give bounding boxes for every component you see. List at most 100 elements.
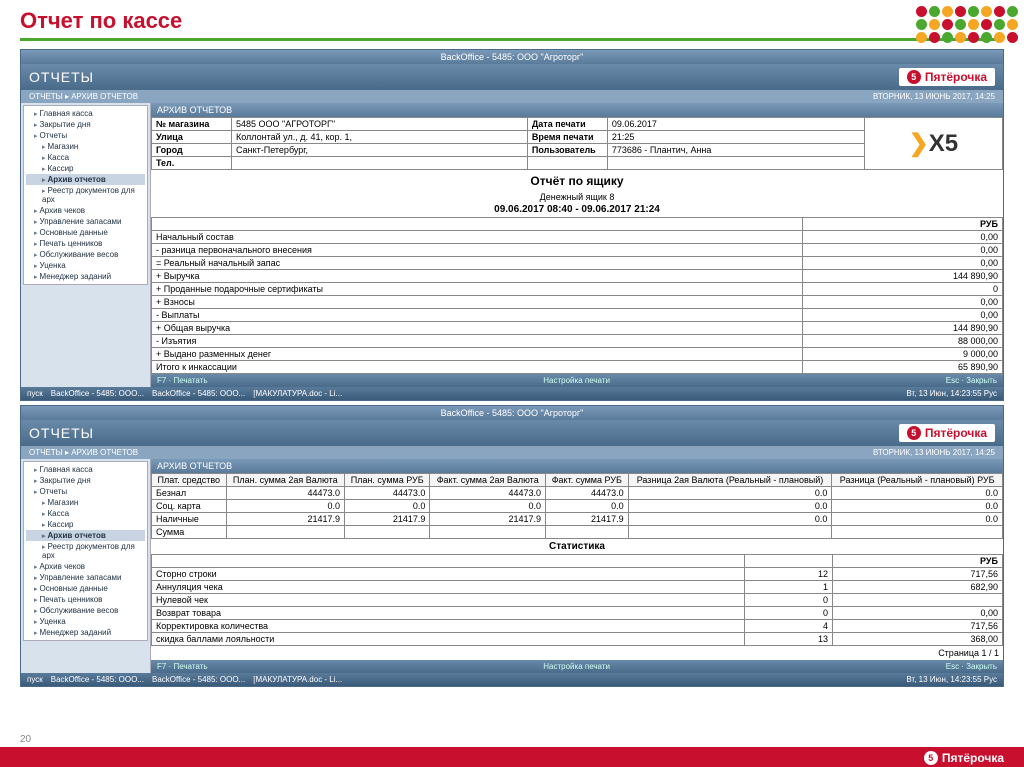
- sidebar-item[interactable]: Основные данные: [26, 583, 145, 594]
- taskbar-item[interactable]: пуск: [27, 675, 43, 684]
- taskbar-clock: Вт, 13 Июн, 14:23:55 Рус: [906, 675, 997, 684]
- sidebar-item[interactable]: Кассир: [26, 163, 145, 174]
- window-titlebar: BackOffice - 5485: ООО "Агроторг": [21, 50, 1003, 64]
- brand-logo: 5Пятёрочка: [899, 68, 995, 86]
- brand-circle-icon: 5: [907, 426, 921, 440]
- table-row: + Выдано разменных денег9 000,00: [152, 348, 1003, 361]
- status-datetime: ВТОРНИК, 13 ИЮНЬ 2017, 14:25: [873, 92, 995, 101]
- taskbar-item[interactable]: [МАКУЛАТУРА.doc - Li...: [253, 389, 342, 398]
- brand-logo: 5Пятёрочка: [899, 424, 995, 442]
- report-title: Отчёт по ящику: [151, 170, 1003, 192]
- taskbar-item[interactable]: BackOffice - 5485: ООО...: [152, 675, 245, 684]
- sidebar-item[interactable]: Магазин: [26, 497, 145, 508]
- table-row: Итого к инкассации65 890,90: [152, 361, 1003, 374]
- sidebar-item[interactable]: Управление запасами: [26, 216, 145, 227]
- table-row: + Выручка144 890,90: [152, 270, 1003, 283]
- table-row: - разница первоначального внесения0,00: [152, 244, 1003, 257]
- taskbar-item[interactable]: BackOffice - 5485: ООО...: [51, 389, 144, 398]
- window-titlebar: BackOffice - 5485: ООО "Агроторг": [21, 406, 1003, 420]
- sidebar: Главная кассаЗакрытие дняОтчетыМагазинКа…: [21, 459, 151, 673]
- sidebar-item[interactable]: Отчеты: [26, 486, 145, 497]
- sidebar-item[interactable]: Архив отчетов: [26, 174, 145, 185]
- sidebar-item[interactable]: Касса: [26, 152, 145, 163]
- print-button[interactable]: F7 · Печатать: [157, 376, 208, 385]
- sidebar-item[interactable]: Магазин: [26, 141, 145, 152]
- taskbar-item[interactable]: BackOffice - 5485: ООО...: [51, 675, 144, 684]
- page-indicator: Страница 1 / 1: [151, 646, 1003, 660]
- close-button[interactable]: Esc · Закрыть: [946, 376, 997, 385]
- taskbar-item[interactable]: [МАКУЛАТУРА.doc - Li...: [253, 675, 342, 684]
- app-window-2: BackOffice - 5485: ООО "Агроторг" ОТЧЕТЫ…: [20, 405, 1004, 687]
- sidebar-item[interactable]: Отчеты: [26, 130, 145, 141]
- sidebar-item[interactable]: Архив чеков: [26, 205, 145, 216]
- taskbar: пуск BackOffice - 5485: ООО... BackOffice …: [21, 673, 1003, 686]
- taskbar: пуск BackOffice - 5485: ООО... BackOffice …: [21, 387, 1003, 400]
- table-row: Сторно строки12717,56: [152, 568, 1003, 581]
- table-row: - Изъятия88 000,00: [152, 335, 1003, 348]
- table-row: Безнал44473.044473.044473.044473.00.00.0: [152, 487, 1003, 500]
- panel-header: АРХИВ ОТЧЕТОВ: [151, 103, 1003, 117]
- table-row: + Взносы0,00: [152, 296, 1003, 309]
- sidebar-item[interactable]: Реестр документов для арх: [26, 185, 145, 205]
- sidebar-item[interactable]: Закрытие дня: [26, 119, 145, 130]
- table-row: + Проданные подарочные сертификаты0: [152, 283, 1003, 296]
- print-button[interactable]: F7 · Печатать: [157, 662, 208, 671]
- report-period: 09.06.2017 08:40 - 09.06.2017 21:24: [151, 202, 1003, 217]
- statistics-title: Статистика: [151, 539, 1003, 554]
- app-window-1: BackOffice - 5485: ООО "Агроторг" ОТЧЕТЫ…: [20, 49, 1004, 401]
- brand-circle-icon: 5: [907, 70, 921, 84]
- breadcrumb[interactable]: ОТЧЕТЫ ▸ АРХИВ ОТЧЕТОВ: [29, 448, 138, 457]
- sidebar-item[interactable]: Реестр документов для арх: [26, 541, 145, 561]
- app-title: ОТЧЕТЫ: [29, 69, 94, 85]
- table-row: Соц. карта0.00.00.00.00.00.0: [152, 500, 1003, 513]
- print-settings-button[interactable]: Настройка печати: [543, 376, 610, 385]
- statistics-table: РУБ Сторно строки12717,56Аннуляция чека1…: [151, 554, 1003, 646]
- sidebar-item[interactable]: Кассир: [26, 519, 145, 530]
- cashbox-table: РУБ Начальный состав0,00- разница первон…: [151, 217, 1003, 374]
- panel-header: АРХИВ ОТЧЕТОВ: [151, 459, 1003, 473]
- sidebar-item[interactable]: Печать ценников: [26, 594, 145, 605]
- sidebar-item[interactable]: Главная касса: [26, 108, 145, 119]
- sidebar-item[interactable]: Уценка: [26, 260, 145, 271]
- table-row: Начальный состав0,00: [152, 231, 1003, 244]
- table-row: Аннуляция чека1682,90: [152, 581, 1003, 594]
- table-row: Возврат товара00,00: [152, 607, 1003, 620]
- print-settings-button[interactable]: Настройка печати: [543, 662, 610, 671]
- sidebar-item[interactable]: Менеджер заданий: [26, 271, 145, 282]
- sidebar-item[interactable]: Обслуживание весов: [26, 249, 145, 260]
- sidebar-item[interactable]: Уценка: [26, 616, 145, 627]
- slide-title: Отчет по кассе: [20, 8, 1004, 34]
- slide-footer: 5Пятёрочка: [0, 747, 1024, 767]
- taskbar-item[interactable]: BackOffice - 5485: ООО...: [152, 389, 245, 398]
- divider: [20, 38, 1004, 41]
- sidebar-item[interactable]: Менеджер заданий: [26, 627, 145, 638]
- decorative-dots: [916, 6, 1018, 43]
- sidebar-item[interactable]: Архив отчетов: [26, 530, 145, 541]
- table-row: + Общая выручка144 890,90: [152, 322, 1003, 335]
- breadcrumb[interactable]: ОТЧЕТЫ ▸ АРХИВ ОТЧЕТОВ: [29, 92, 138, 101]
- report-subtitle: Денежный ящик 8: [151, 192, 1003, 202]
- sidebar-item[interactable]: Основные данные: [26, 227, 145, 238]
- slide-number: 20: [20, 734, 31, 745]
- table-row: Сумма: [152, 526, 1003, 539]
- sidebar-item[interactable]: Управление запасами: [26, 572, 145, 583]
- sidebar-item[interactable]: Печать ценников: [26, 238, 145, 249]
- taskbar-item[interactable]: пуск: [27, 389, 43, 398]
- close-button[interactable]: Esc · Закрыть: [946, 662, 997, 671]
- table-row: Нулевой чек0: [152, 594, 1003, 607]
- table-row: Наличные21417.921417.921417.921417.90.00…: [152, 513, 1003, 526]
- payment-table: Плат. средствоПлан. сумма 2ая ВалютаПлан…: [151, 473, 1003, 539]
- sidebar-item[interactable]: Обслуживание весов: [26, 605, 145, 616]
- sidebar: Главная кассаЗакрытие дняОтчетыМагазинКа…: [21, 103, 151, 387]
- table-row: - Выплаты0,00: [152, 309, 1003, 322]
- table-row: Корректировка количества4717,56: [152, 620, 1003, 633]
- footer-brand-logo: 5Пятёрочка: [924, 751, 1004, 765]
- info-table: № магазина5485 ООО "АГРОТОРГ" Дата печат…: [151, 117, 1003, 170]
- sidebar-item[interactable]: Главная касса: [26, 464, 145, 475]
- table-row: скидка баллами лояльности13368,00: [152, 633, 1003, 646]
- table-row: = Реальный начальный запас0,00: [152, 257, 1003, 270]
- app-title: ОТЧЕТЫ: [29, 425, 94, 441]
- sidebar-item[interactable]: Закрытие дня: [26, 475, 145, 486]
- sidebar-item[interactable]: Касса: [26, 508, 145, 519]
- sidebar-item[interactable]: Архив чеков: [26, 561, 145, 572]
